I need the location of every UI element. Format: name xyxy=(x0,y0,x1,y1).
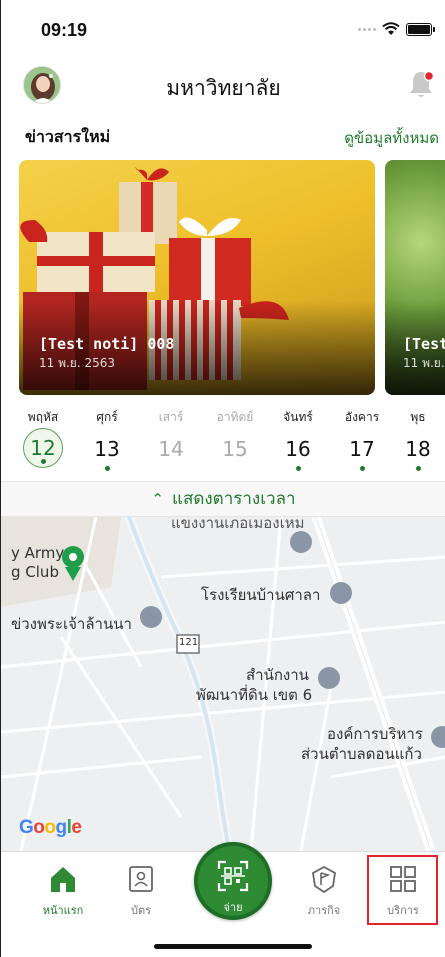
event-dot xyxy=(295,466,301,471)
tab-card-label: บัตร xyxy=(130,904,152,917)
status-bar: 09:19 xyxy=(1,0,445,56)
map-label-army: y Army xyxy=(11,544,65,562)
route-number: 121 xyxy=(179,637,199,648)
day-name: อาทิตย์ xyxy=(216,410,254,424)
event-dot xyxy=(415,466,421,471)
day-number: 13 xyxy=(94,437,120,461)
day-number: 18 xyxy=(405,437,431,461)
day-number: 14 xyxy=(158,437,184,461)
day-monday[interactable]: จันทร์ 16 xyxy=(270,408,326,471)
news-card-title: [Test xyxy=(403,335,445,353)
home-indicator xyxy=(154,944,312,949)
day-sunday[interactable]: อาทิตย์ 15 xyxy=(207,408,263,471)
map-label-club: g Club xyxy=(11,563,59,581)
day-name: อังคาร xyxy=(344,410,380,424)
news-card-title: [Test noti] 008 xyxy=(39,335,175,353)
day-friday[interactable]: ศุกร์ 13 xyxy=(79,408,135,471)
week-calendar: พฤหัส 12 ศุกร์ 13 เสาร์ 14 อาทิตย์ 15 จั… xyxy=(1,408,445,480)
event-dot-empty xyxy=(169,466,174,471)
show-schedule-button[interactable]: ⌃ แสดงตารางเวลา xyxy=(1,481,445,517)
day-name: จันทร์ xyxy=(283,410,313,424)
event-dot-empty xyxy=(233,466,238,471)
pay-label: จ่าย xyxy=(223,901,243,914)
news-card[interactable]: [Test 11 พ.ย. 2 xyxy=(385,160,445,395)
day-saturday[interactable]: เสาร์ 14 xyxy=(143,408,199,471)
map-label-office-zone: พัฒนาที่ดิน เขต 6 xyxy=(196,686,313,704)
battery-icon xyxy=(406,22,435,36)
qr-scan-icon xyxy=(217,860,249,892)
bottom-tab-bar: หน้าแรก บัตร จ่าย ภารกิจ บริการ xyxy=(1,842,445,957)
news-card-date: 11 พ.ย. 2563 xyxy=(39,356,116,370)
map-label-org-sub: ส่วนตำบลดอนแก้ว xyxy=(301,745,422,763)
day-name: พฤหัส xyxy=(27,410,59,424)
status-time: 09:19 xyxy=(41,20,88,40)
news-header: ข่าวสารใหม่ ดูข้อมูลทั้งหมด xyxy=(25,125,441,149)
app-screen: 09:19 มหาวิทยาลัย ข่าวสารใหม่ ดูข้อมูลทั… xyxy=(0,0,445,957)
day-number: 17 xyxy=(349,437,375,461)
news-card-date: 11 พ.ย. 2 xyxy=(403,356,445,370)
shield-flag-icon xyxy=(312,865,336,894)
day-tuesday[interactable]: อังคาร 17 xyxy=(334,408,390,471)
map-label-palace: ข่วงพระเจ้าล้านนา xyxy=(11,615,132,633)
wifi-icon xyxy=(382,22,400,35)
show-schedule-label: แสดงตารางเวลา xyxy=(172,489,296,509)
day-thursday[interactable]: พฤหัส 12 xyxy=(15,408,71,468)
id-card-icon xyxy=(129,866,153,892)
event-dot xyxy=(359,466,365,471)
pay-button[interactable]: จ่าย xyxy=(194,842,272,920)
day-wednesday[interactable]: พุธ 18 xyxy=(390,408,445,471)
services-highlight-box xyxy=(367,855,438,925)
map-label-school: โรงเรียนบ้านศาลา xyxy=(201,586,321,604)
home-icon xyxy=(51,867,75,892)
day-number: 16 xyxy=(285,437,311,461)
status-icons xyxy=(358,22,435,36)
chevron-up-icon: ⌃ xyxy=(151,490,164,508)
tab-home-label: หน้าแรก xyxy=(42,904,84,917)
day-number: 15 xyxy=(222,437,248,461)
day-name: ศุกร์ xyxy=(96,410,118,424)
page-title: มหาวิทยาลัย xyxy=(166,76,281,100)
day-name: เสาร์ xyxy=(158,410,184,424)
news-section-title: ข่าวสารใหม่ xyxy=(25,127,111,146)
day-name: พุธ xyxy=(410,410,426,424)
google-logo: Google xyxy=(19,817,82,838)
tab-card[interactable]: บัตร xyxy=(106,864,176,919)
event-dot xyxy=(40,459,46,464)
tab-tasks[interactable]: ภารกิจ xyxy=(289,864,359,919)
event-dot xyxy=(104,466,110,471)
news-card[interactable]: [Test noti] 008 11 พ.ย. 2563 xyxy=(19,160,375,395)
map-label-top: แขงงานเภอเมองเหม xyxy=(171,517,305,532)
news-carousel[interactable]: [Test noti] 008 11 พ.ย. 2563 [Test 11 พ.… xyxy=(19,160,445,395)
notification-bell-icon[interactable] xyxy=(406,68,436,100)
tab-tasks-label: ภารกิจ xyxy=(307,904,341,917)
see-all-link[interactable]: ดูข้อมูลทั้งหมด xyxy=(344,126,439,150)
map-view[interactable]: แขงงานเภอเมองเหม y Army g Club โรงเรียนบ… xyxy=(1,517,445,851)
app-header: มหาวิทยาลัย xyxy=(1,60,445,112)
signal-icon xyxy=(358,27,376,31)
tab-home[interactable]: หน้าแรก xyxy=(28,864,98,919)
